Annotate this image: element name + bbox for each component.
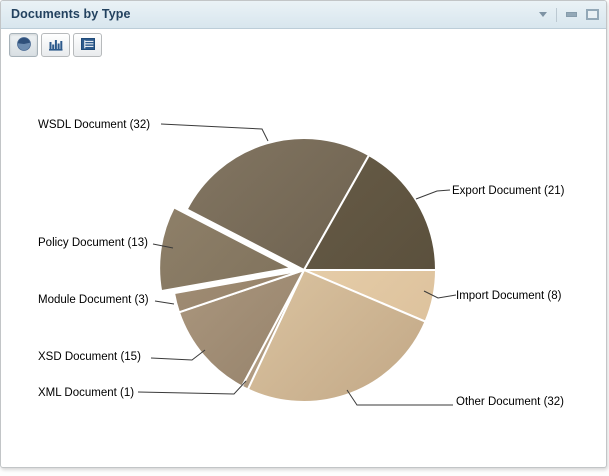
- label-xml-document: XML Document (1): [38, 387, 134, 399]
- window-controls: [539, 1, 599, 28]
- documents-by-type-panel: WSDL Document (32) Policy Document (13) …: [0, 0, 607, 468]
- pie-chart-canvas: WSDL Document (32) Policy Document (13) …: [38, 119, 565, 408]
- label-policy-document: Policy Document (13): [38, 237, 148, 249]
- table-view-button[interactable]: [73, 33, 102, 57]
- table-view-icon: [80, 36, 96, 55]
- controls-divider: [556, 7, 557, 22]
- leader-line-module: [154, 300, 175, 305]
- label-xsd-document: XSD Document (15): [38, 351, 141, 363]
- label-module-document: Module Document (3): [38, 294, 149, 306]
- label-other-document: Other Document (32): [456, 396, 564, 408]
- leader-line-wsdl: [160, 123, 269, 142]
- label-wsdl-document: WSDL Document (32): [38, 119, 150, 131]
- panel-title: Documents by Type: [11, 7, 131, 21]
- leader-line-xsd: [150, 349, 206, 361]
- pie-chart-icon: [16, 36, 32, 55]
- maximize-icon[interactable]: [586, 9, 599, 20]
- pie-view-button[interactable]: [9, 33, 38, 57]
- leader-line-export: [415, 189, 451, 200]
- leader-line-other: [346, 389, 453, 406]
- chart-toolbar: [1, 29, 606, 61]
- label-import-document: Import Document (8): [456, 290, 562, 302]
- leader-line-xml: [137, 380, 247, 395]
- bar-view-button[interactable]: [41, 33, 70, 57]
- label-export-document: Export Document (21): [452, 185, 565, 197]
- minimize-icon[interactable]: [566, 12, 577, 17]
- pie-slices: [158, 137, 437, 403]
- panel-titlebar: Documents by Type: [1, 1, 606, 29]
- dropdown-arrow-icon[interactable]: [539, 12, 547, 17]
- bar-chart-icon: [48, 36, 64, 55]
